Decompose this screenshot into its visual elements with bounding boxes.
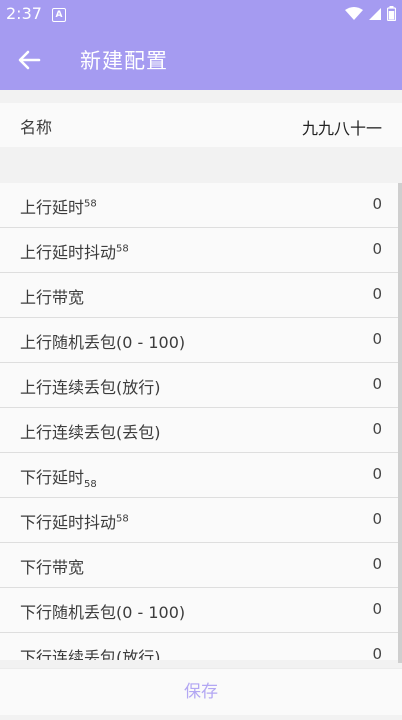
setting-label-text: 下行带宽 <box>20 558 85 577</box>
setting-label-text: 上行连续丢包(丢包) <box>20 423 161 442</box>
bottom-bar: 保存 <box>0 668 402 715</box>
setting-value[interactable]: 0 <box>372 285 382 303</box>
setting-row[interactable]: 下行带宽 0 <box>0 543 402 588</box>
app-bar: 新建配置 <box>0 28 402 90</box>
name-value[interactable]: 九九八十一 <box>302 115 382 139</box>
setting-row[interactable]: 下行连续丢包(放行) 0 <box>0 633 402 660</box>
setting-value[interactable]: 0 <box>372 510 382 528</box>
setting-label-text: 上行连续丢包(放行) <box>20 378 161 397</box>
setting-value[interactable]: 0 <box>372 195 382 213</box>
signal-icon <box>369 7 381 20</box>
setting-label-text: 下行连续丢包(放行) <box>20 648 161 660</box>
setting-label: 上行连续丢包(放行) <box>20 374 161 398</box>
setting-label: 下行延时抖动58 <box>20 509 129 533</box>
status-time: 2:37 <box>6 4 42 23</box>
setting-label-text: 下行延时抖动 <box>20 513 117 532</box>
unit-mark: 58 <box>84 479 97 491</box>
setting-label-text: 上行延时 <box>20 198 85 217</box>
settings-list: 上行延时58 0 上行延时抖动58 0 上行带宽 0 上行随机丢包(0 - 100) 0 上行连… <box>0 183 402 660</box>
unit-mark: 58 <box>116 513 129 525</box>
setting-row[interactable]: 上行延时58 0 <box>0 183 402 228</box>
setting-label-text: 上行延时抖动 <box>20 243 117 262</box>
setting-label: 上行延时抖动58 <box>20 239 129 263</box>
setting-value[interactable]: 0 <box>372 375 382 393</box>
back-button[interactable] <box>12 43 46 77</box>
battery-icon <box>387 6 396 21</box>
setting-value[interactable]: 0 <box>372 645 382 660</box>
setting-label: 上行连续丢包(丢包) <box>20 419 161 443</box>
setting-label-text: 上行带宽 <box>20 288 85 307</box>
setting-value[interactable]: 0 <box>372 240 382 258</box>
setting-row[interactable]: 上行带宽 0 <box>0 273 402 318</box>
name-card: 名称 九九八十一 <box>0 103 402 147</box>
setting-label-text: 下行随机丢包(0 - 100) <box>20 603 186 622</box>
arrow-left-icon <box>18 50 41 70</box>
name-row[interactable]: 名称 九九八十一 <box>0 103 402 147</box>
setting-row[interactable]: 上行连续丢包(放行) 0 <box>0 363 402 408</box>
setting-label-text: 下行延时 <box>20 468 85 487</box>
status-bar: 2:37 A <box>0 0 402 28</box>
name-label: 名称 <box>20 118 53 137</box>
setting-value[interactable]: 0 <box>372 465 382 483</box>
setting-row[interactable]: 下行延时抖动58 0 <box>0 498 402 543</box>
page-title: 新建配置 <box>80 49 168 73</box>
setting-row[interactable]: 上行连续丢包(丢包) 0 <box>0 408 402 453</box>
setting-label: 上行随机丢包(0 - 100) <box>20 329 185 353</box>
setting-label: 上行带宽 <box>20 284 84 308</box>
notification-a-icon: A <box>52 8 66 22</box>
setting-label-text: 上行随机丢包(0 - 100) <box>20 333 186 352</box>
setting-value[interactable]: 0 <box>372 555 382 573</box>
setting-row[interactable]: 上行延时抖动58 0 <box>0 228 402 273</box>
unit-mark: 58 <box>84 198 97 210</box>
setting-label: 下行随机丢包(0 - 100) <box>20 599 185 623</box>
setting-label: 下行延时58 <box>20 464 97 490</box>
status-icons <box>345 6 396 21</box>
setting-row[interactable]: 下行随机丢包(0 - 100) 0 <box>0 588 402 633</box>
setting-label: 上行延时58 <box>20 194 97 218</box>
setting-value[interactable]: 0 <box>372 420 382 438</box>
scrollbar[interactable] <box>398 183 402 663</box>
unit-mark: 58 <box>116 243 129 255</box>
setting-label: 下行带宽 <box>20 554 84 578</box>
wifi-icon <box>345 6 363 20</box>
save-button[interactable]: 保存 <box>0 669 402 715</box>
setting-value[interactable]: 0 <box>372 600 382 618</box>
setting-row[interactable]: 下行延时58 0 <box>0 453 402 498</box>
setting-value[interactable]: 0 <box>372 330 382 348</box>
setting-row[interactable]: 上行随机丢包(0 - 100) 0 <box>0 318 402 363</box>
setting-label: 下行连续丢包(放行) <box>20 644 161 660</box>
